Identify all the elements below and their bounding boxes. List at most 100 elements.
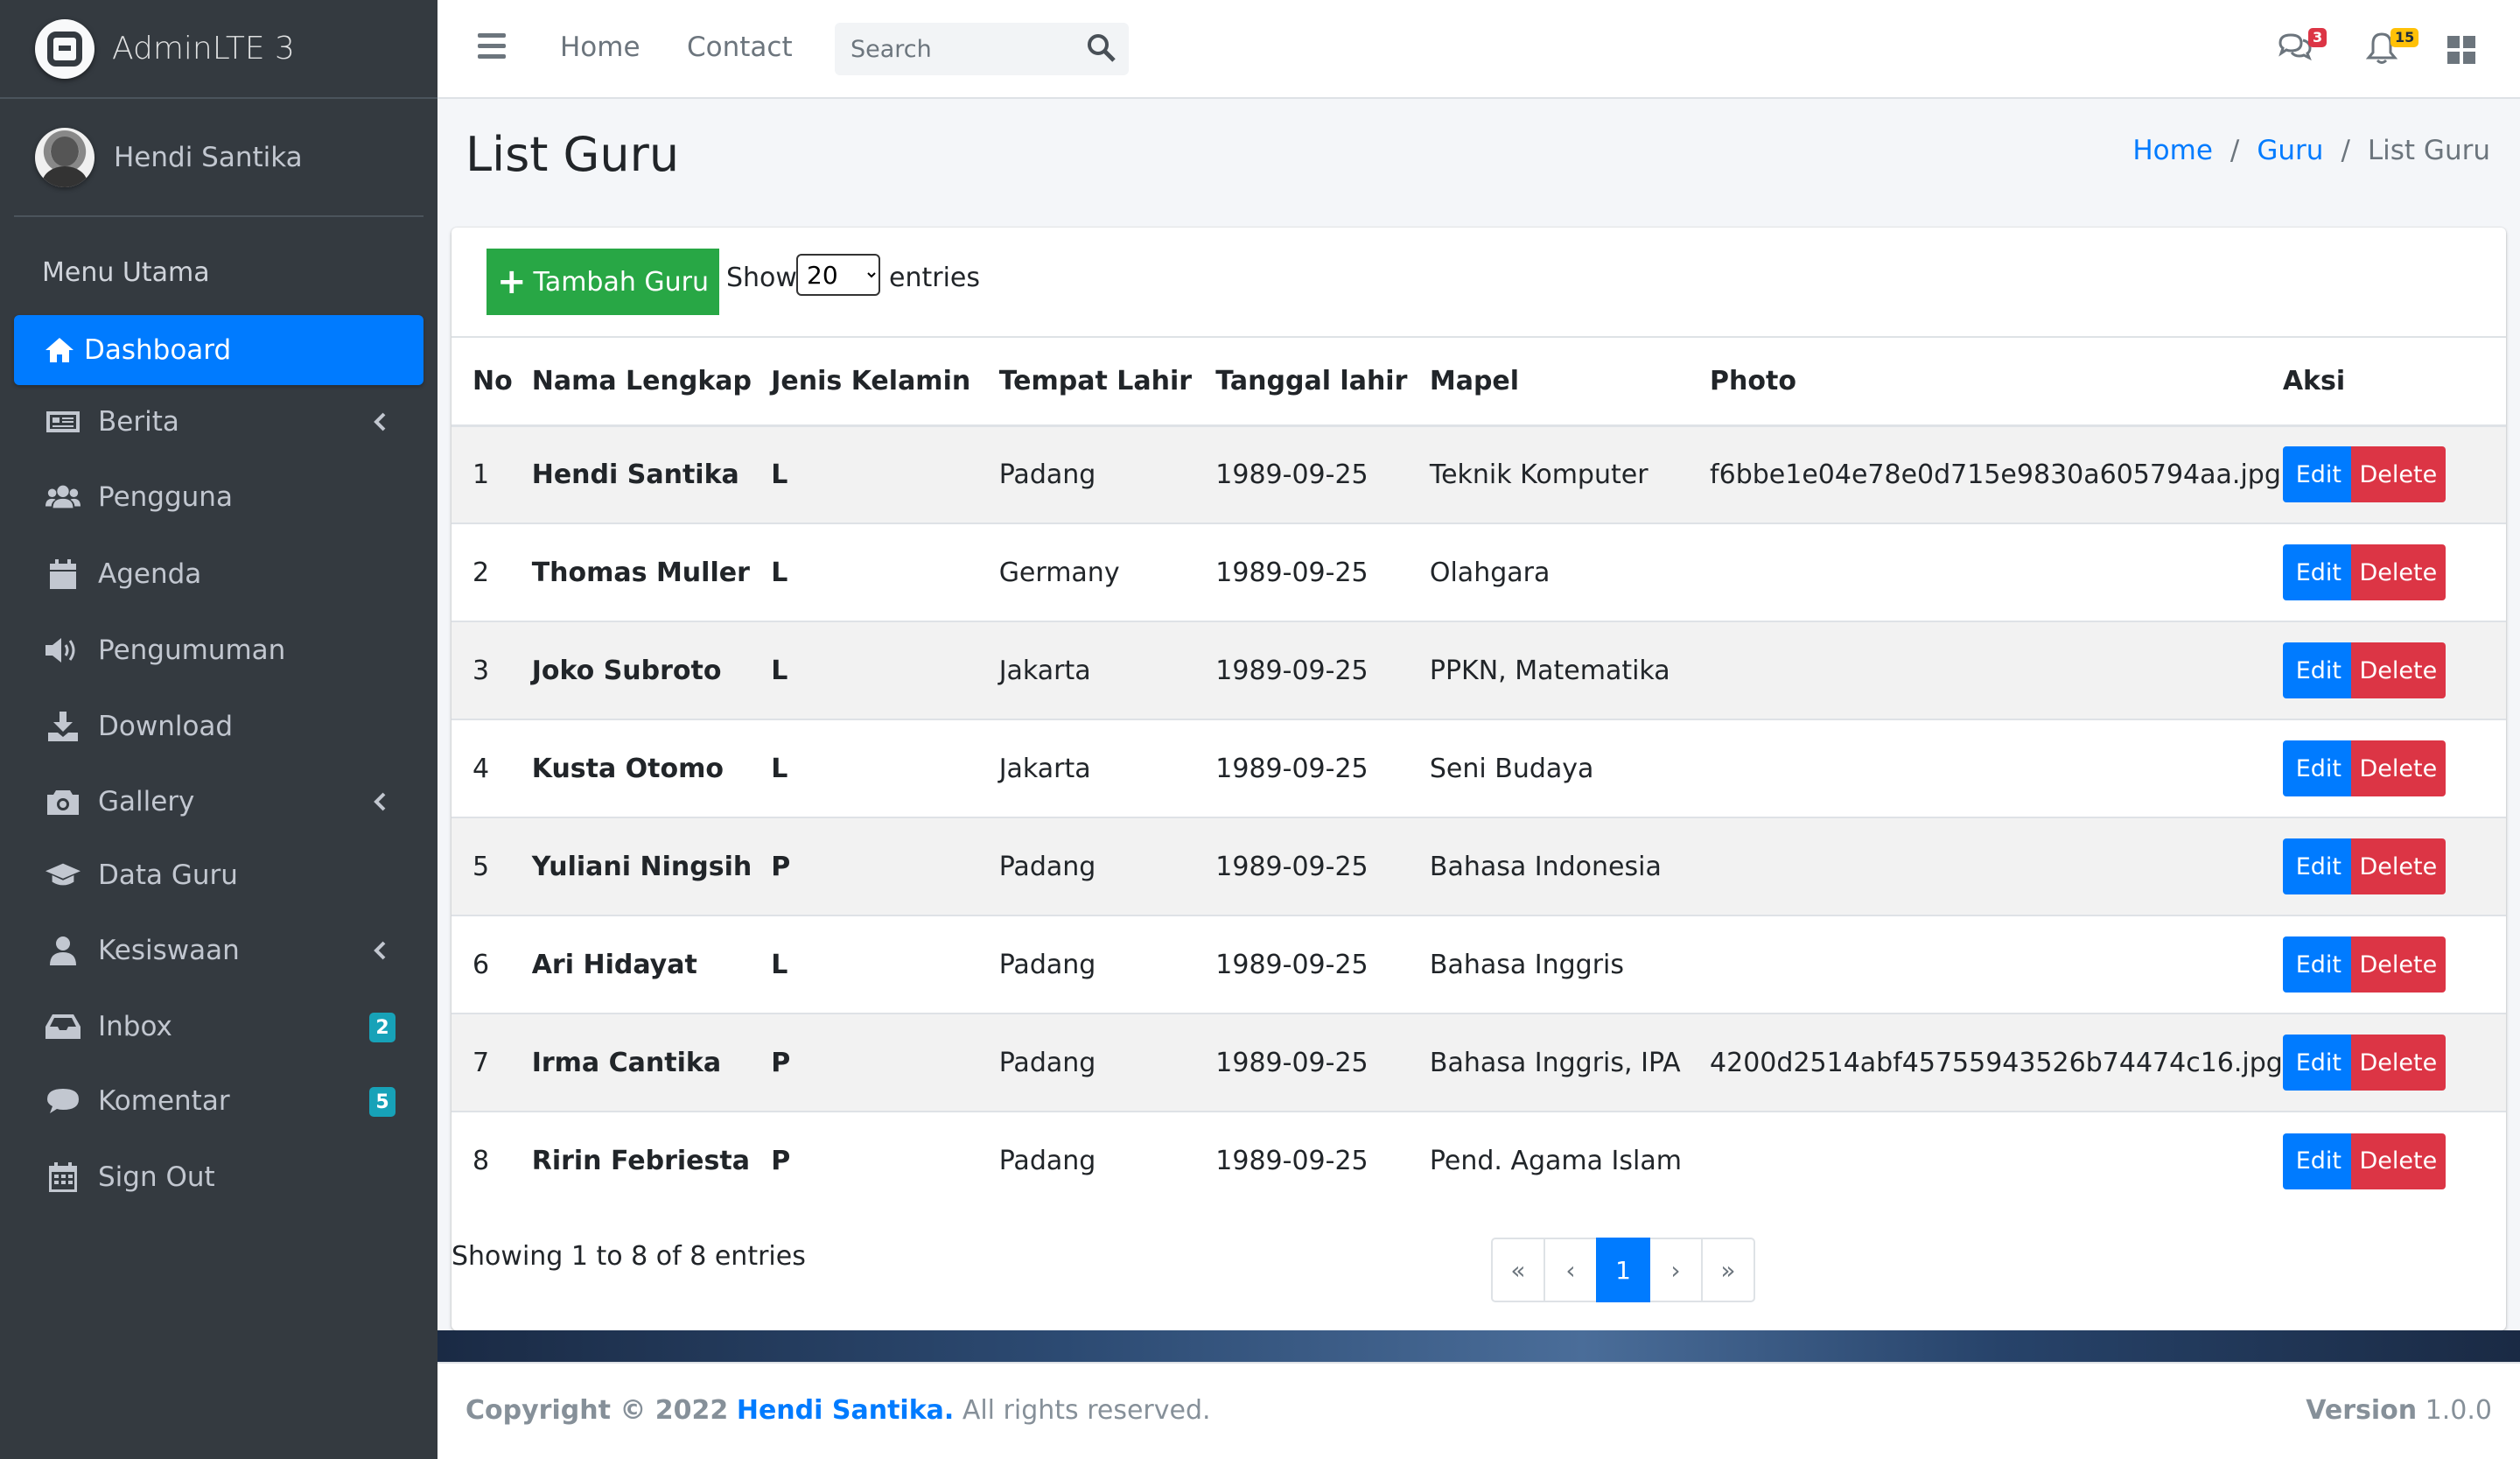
add-guru-button[interactable]: + Tambah Guru (486, 249, 719, 315)
delete-button[interactable]: Delete (2350, 544, 2446, 600)
edit-button[interactable]: Edit (2282, 936, 2355, 993)
edit-button[interactable]: Edit (2282, 544, 2355, 600)
cell-tanggal-lahir: 1989-09-25 (1215, 523, 1430, 621)
cell-jenis-kelamin: L (771, 621, 999, 719)
column-header[interactable]: Nama Lengkap (531, 338, 772, 427)
delete-button[interactable]: Delete (2350, 936, 2446, 993)
cell-nama: Thomas Muller (531, 523, 772, 621)
sidebar-item-inbox[interactable]: Inbox 2 (14, 992, 424, 1062)
brand-link[interactable]: AdminLTE 3 (0, 0, 438, 99)
sidebar-item-download[interactable]: Download (14, 691, 424, 761)
pager-previous[interactable]: ‹ (1544, 1238, 1598, 1302)
pager-last[interactable]: » (1701, 1238, 1755, 1302)
table-header-row: No Nama Lengkap Jenis Kelamin Tempat Lah… (452, 338, 2506, 427)
cell-jenis-kelamin: L (771, 523, 999, 621)
cell-tanggal-lahir: 1989-09-25 (1215, 621, 1430, 719)
sidebar-item-pengumuman[interactable]: Pengumuman (14, 615, 424, 685)
grid-apps-icon[interactable] (2446, 35, 2485, 74)
search-icon[interactable] (1087, 33, 1122, 65)
main-footer: Copyright © 2022 Hendi Santika. All righ… (438, 1362, 2520, 1459)
breadcrumb-guru[interactable]: Guru (2257, 135, 2323, 166)
camera-icon (46, 784, 80, 819)
cell-no: 1 (452, 424, 532, 523)
edit-button[interactable]: Edit (2282, 1133, 2355, 1189)
guru-list-card: + Tambah Guru Show 20 entries No Nama Len… (452, 228, 2506, 1330)
cell-tempat-lahir: Padang (998, 424, 1216, 523)
breadcrumb-home[interactable]: Home (2132, 135, 2213, 166)
delete-button[interactable]: Delete (2350, 446, 2446, 503)
volume-icon (46, 633, 80, 668)
sidebar-item-sign-out[interactable]: Sign Out (14, 1142, 424, 1212)
column-header[interactable]: Mapel (1429, 338, 1711, 427)
cell-mapel: Bahasa Indonesia (1429, 817, 1711, 915)
version: Version 1.0.0 (2306, 1395, 2492, 1426)
sidebar-item-label: Pengumuman (98, 635, 286, 666)
search-input[interactable] (835, 23, 1062, 75)
edit-button[interactable]: Edit (2282, 642, 2355, 698)
page-length-select[interactable]: 20 (796, 254, 880, 296)
delete-button[interactable]: Delete (2350, 642, 2446, 698)
column-header[interactable]: Jenis Kelamin (771, 338, 999, 427)
column-header[interactable]: Tanggal lahir (1215, 338, 1430, 427)
cell-no: 4 (452, 719, 532, 817)
inbox-icon (46, 1009, 80, 1044)
sidebar-item-dashboard[interactable]: Dashboard (14, 315, 424, 385)
pager-page-1[interactable]: 1 (1596, 1238, 1650, 1302)
cell-no: 8 (452, 1111, 532, 1210)
nav-home-link[interactable]: Home (560, 32, 640, 63)
nav-contact-link[interactable]: Contact (687, 32, 793, 63)
cell-photo: f6bbe1e04e78e0d715e9830a605794aa.jpg (1710, 424, 2283, 523)
sidebar-item-gallery[interactable]: Gallery (14, 767, 424, 837)
table-row: 3 Joko Subroto L Jakarta 1989-09-25 PPKN, Mat… (452, 621, 2506, 719)
delete-button[interactable]: Delete (2350, 838, 2446, 894)
cell-no: 6 (452, 915, 532, 1014)
column-header[interactable]: Aksi (2282, 338, 2506, 427)
edit-button[interactable]: Edit (2282, 740, 2355, 796)
edit-button[interactable]: Edit (2282, 446, 2355, 503)
cell-no: 3 (452, 621, 532, 719)
edit-button[interactable]: Edit (2282, 838, 2355, 894)
sidebar-item-label: Agenda (98, 558, 202, 590)
navbar-search (835, 23, 1129, 75)
table-row: 6 Ari Hidayat L Padang 1989-09-25 Bahasa Ingg… (452, 915, 2506, 1014)
newspaper-icon (46, 404, 80, 439)
menu-toggle-icon[interactable] (478, 33, 506, 65)
column-header[interactable]: No (452, 338, 532, 427)
brand-text: AdminLTE 3 (112, 31, 295, 67)
breadcrumb-separator: / (2341, 135, 2350, 166)
sidebar-item-data-guru[interactable]: Data Guru (14, 840, 424, 910)
column-header[interactable]: Tempat Lahir (998, 338, 1216, 427)
cell-photo (1710, 1111, 2283, 1210)
cell-jenis-kelamin: L (771, 915, 999, 1014)
pager-first[interactable]: « (1491, 1238, 1545, 1302)
edit-button[interactable]: Edit (2282, 1035, 2355, 1091)
cell-photo (1710, 915, 2283, 1014)
sidebar-item-pengguna[interactable]: Pengguna (14, 462, 424, 532)
delete-button[interactable]: Delete (2350, 1133, 2446, 1189)
cell-aksi: Edit Delete (2282, 817, 2506, 915)
delete-button[interactable]: Delete (2350, 1035, 2446, 1091)
user-panel[interactable]: Hendi Santika (14, 99, 424, 217)
top-navbar: Home Contact 3 15 (438, 0, 2520, 99)
author-link[interactable]: Hendi Santika. (737, 1395, 954, 1426)
comment-icon (46, 1084, 80, 1119)
add-guru-label: Tambah Guru (533, 266, 710, 298)
user-icon (46, 933, 80, 968)
sidebar-item-agenda[interactable]: Agenda (14, 539, 424, 609)
nav-header: Menu Utama (42, 257, 210, 288)
cell-nama: Ari Hidayat (531, 915, 772, 1014)
sidebar-item-komentar[interactable]: Komentar 5 (14, 1066, 424, 1136)
cell-aksi: Edit Delete (2282, 523, 2506, 621)
chevron-left-icon (364, 935, 396, 966)
cell-jenis-kelamin: L (771, 424, 999, 523)
column-header[interactable]: Photo (1710, 338, 2283, 427)
decorative-banner (438, 1330, 2520, 1362)
user-name[interactable]: Hendi Santika (114, 142, 303, 173)
sidebar-item-kesiswaan[interactable]: Kesiswaan (14, 915, 424, 986)
cell-jenis-kelamin: P (771, 1013, 999, 1112)
cell-no: 2 (452, 523, 532, 621)
pager-next[interactable]: › (1648, 1238, 1703, 1302)
delete-button[interactable]: Delete (2350, 740, 2446, 796)
guru-table: No Nama Lengkap Jenis Kelamin Tempat Lah… (452, 338, 2506, 1210)
sidebar-item-berita[interactable]: Berita (14, 387, 424, 457)
